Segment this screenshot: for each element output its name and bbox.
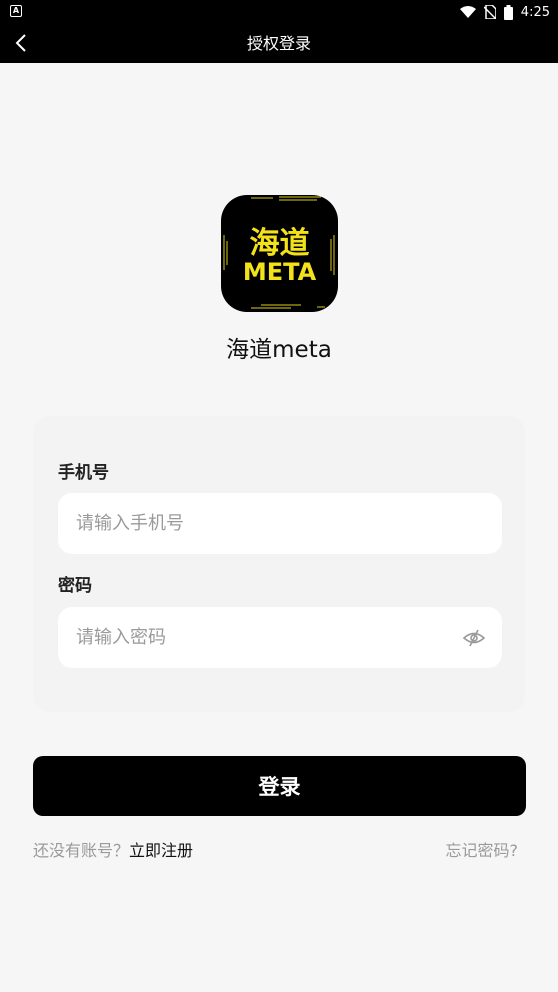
register-link[interactable]: 立即注册 <box>129 841 193 860</box>
no-account-text: 还没有账号？ <box>33 841 130 860</box>
forgot-password-link[interactable]: 忘记密码? <box>446 837 519 861</box>
logo-text-bottom: META <box>243 258 317 286</box>
app-logo: 海道 META <box>221 195 338 312</box>
phone-label: 手机号 <box>58 463 109 483</box>
battery-icon <box>503 4 513 20</box>
logo-text-top: 海道 <box>250 226 310 261</box>
phone-field[interactable] <box>58 493 502 554</box>
login-button[interactable]: 登录 <box>33 756 526 816</box>
header-bar: 授权登录 <box>0 24 558 63</box>
password-input[interactable] <box>76 607 436 668</box>
app-name: 海道meta <box>226 337 332 363</box>
a-notification-icon: A <box>10 5 22 17</box>
eye-off-icon <box>462 629 486 647</box>
wifi-icon <box>459 6 476 18</box>
page-title: 授权登录 <box>246 34 311 53</box>
password-field[interactable] <box>58 607 502 668</box>
phone-input[interactable] <box>76 493 436 554</box>
status-time: 4:25 <box>520 4 550 20</box>
no-sim-icon <box>483 5 496 19</box>
password-label: 密码 <box>58 576 92 596</box>
password-visibility-toggle[interactable] <box>462 626 486 650</box>
register-prompt: 还没有账号？立即注册 <box>33 837 193 861</box>
logo-graphic: 海道 META <box>223 196 335 309</box>
status-bar: A 4:25 <box>0 0 558 24</box>
status-icons: 4:25 <box>459 3 550 21</box>
